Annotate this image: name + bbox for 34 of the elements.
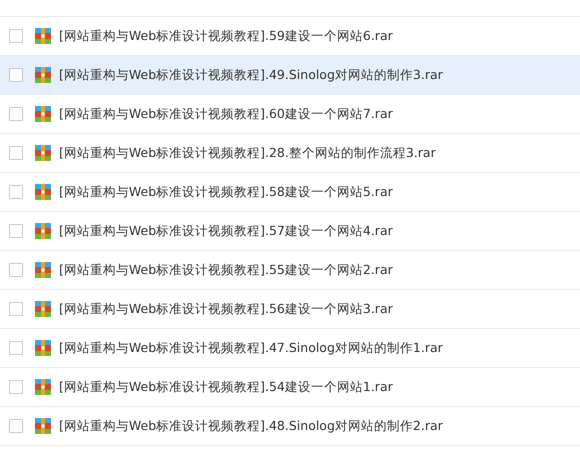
checkbox[interactable]	[9, 146, 23, 160]
checkbox[interactable]	[9, 302, 23, 316]
file-name[interactable]: [网站重构与Web标准设计视频教程].28.整个网站的制作流程3.rar	[59, 144, 436, 162]
archive-icon	[35, 418, 51, 434]
file-name[interactable]: [网站重构与Web标准设计视频教程].54建设一个网站1.rar	[59, 378, 393, 396]
checkbox[interactable]	[9, 224, 23, 238]
checkbox[interactable]	[9, 29, 23, 43]
file-name[interactable]: [网站重构与Web标准设计视频教程].49.Sinolog对网站的制作3.rar	[59, 66, 443, 84]
file-name[interactable]: [网站重构与Web标准设计视频教程].60建设一个网站7.rar	[59, 106, 393, 122]
file-row[interactable]: [网站重构与Web标准设计视频教程].49.Sinolog对网站的制作3.rar	[0, 56, 580, 95]
file-name[interactable]: [网站重构与Web标准设计视频教程].58建设一个网站5.rar	[59, 184, 393, 200]
archive-icon	[35, 301, 51, 317]
checkbox[interactable]	[9, 341, 23, 355]
checkbox[interactable]	[9, 263, 23, 277]
checkbox[interactable]	[9, 380, 23, 394]
file-name[interactable]: [网站重构与Web标准设计视频教程].55建设一个网站2.rar	[59, 262, 393, 278]
archive-icon	[35, 340, 51, 356]
archive-icon	[35, 379, 51, 395]
archive-icon	[35, 28, 51, 44]
file-name[interactable]: [网站重构与Web标准设计视频教程].56建设一个网站3.rar	[59, 300, 393, 318]
file-name[interactable]: [网站重构与Web标准设计视频教程].59建设一个网站6.rar	[59, 28, 393, 44]
archive-icon	[35, 223, 51, 239]
archive-icon	[35, 262, 51, 278]
checkbox[interactable]	[9, 68, 23, 82]
archive-icon	[35, 184, 51, 200]
archive-icon	[35, 145, 51, 161]
checkbox[interactable]	[9, 185, 23, 199]
file-name[interactable]: [网站重构与Web标准设计视频教程].47.Sinolog对网站的制作1.rar	[59, 340, 443, 356]
archive-icon	[35, 106, 51, 122]
checkbox[interactable]	[9, 419, 23, 433]
file-name[interactable]: [网站重构与Web标准设计视频教程].57建设一个网站4.rar	[59, 222, 393, 240]
archive-icon	[35, 67, 51, 83]
file-name[interactable]: [网站重构与Web标准设计视频教程].48.Sinolog对网站的制作2.rar	[59, 418, 443, 434]
checkbox[interactable]	[9, 107, 23, 121]
